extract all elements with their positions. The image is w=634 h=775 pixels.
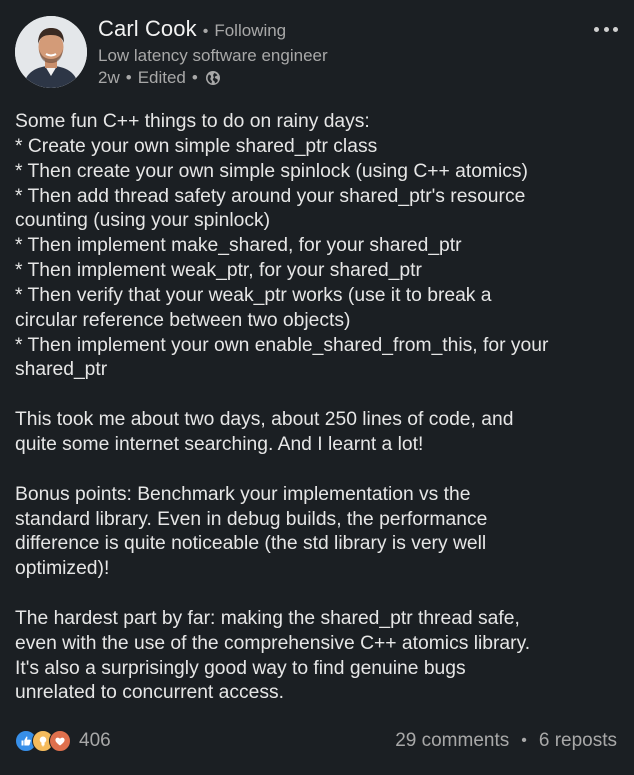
post-line: * Then implement make_shared, for your s… (15, 235, 462, 257)
post-card: Carl Cook • Following Low latency softwa… (0, 0, 634, 775)
more-options-button[interactable] (594, 22, 618, 36)
reaction-icons (15, 730, 71, 752)
post-line: shared_ptr (15, 359, 108, 381)
post-line: Bonus points: Benchmark your implementat… (15, 483, 471, 505)
post-line: * Then implement your own enable_shared_… (15, 334, 549, 356)
post-line: * Then verify that your weak_ptr works (… (15, 284, 492, 306)
love-icon (49, 730, 71, 752)
post-meta: 2w • Edited • (98, 68, 328, 88)
avatar-photo (15, 16, 87, 88)
post-line: * Create your own simple shared_ptr clas… (15, 135, 378, 157)
post-line: * Then add thread safety around your sha… (15, 185, 526, 207)
post-line: unrelated to concurrent access. (15, 682, 285, 704)
post-line: quite some internet searching. And I lea… (15, 433, 424, 455)
separator-dot: • (521, 732, 527, 749)
separator-dot: • (125, 68, 132, 87)
globe-icon (205, 71, 220, 85)
post-line: This took me about two days, about 250 l… (15, 409, 514, 431)
social-counts: 406 29 comments • 6 reposts (15, 727, 617, 755)
post-line: * Then implement weak_ptr, for your shar… (15, 260, 422, 282)
post-line: circular reference between two objects) (15, 309, 351, 331)
edited-label: Edited (137, 68, 186, 87)
post-line: The hardest part by far: making the shar… (15, 607, 520, 629)
post-line: Some fun C++ things to do on rainy days: (15, 111, 370, 132)
post-line: standard library. Even in debug builds, … (15, 508, 488, 530)
post-header: Carl Cook • Following Low latency softwa… (98, 16, 328, 88)
reactions-summary[interactable]: 406 (15, 730, 111, 752)
reaction-count: 406 (79, 730, 111, 751)
comments-link[interactable]: 29 comments (395, 730, 509, 752)
post-line: counting (using your spinlock) (15, 210, 271, 232)
separator-dot: • (191, 68, 198, 87)
post-line: even with the use of the comprehensive C… (15, 632, 531, 654)
separator-dot: • (202, 23, 209, 40)
author-headline: Low latency software engineer (98, 46, 328, 65)
engagement-links: 29 comments • 6 reposts (395, 730, 617, 752)
author-name[interactable]: Carl Cook (98, 16, 197, 42)
post-line: * Then create your own simple spinlock (… (15, 160, 528, 182)
reposts-link[interactable]: 6 reposts (539, 730, 617, 752)
post-line: It's also a surprisingly good way to fin… (15, 657, 466, 679)
author-row: Carl Cook • Following (98, 16, 328, 42)
more-horizontal-icon (594, 26, 599, 32)
follow-status[interactable]: Following (214, 21, 286, 41)
post-time[interactable]: 2w (98, 68, 120, 88)
avatar[interactable] (15, 16, 87, 88)
post-text: Some fun C++ things to do on rainy days:… (15, 110, 627, 706)
post-line: optimized)! (15, 558, 110, 580)
post-line: difference is quite noticeable (the std … (15, 533, 487, 555)
